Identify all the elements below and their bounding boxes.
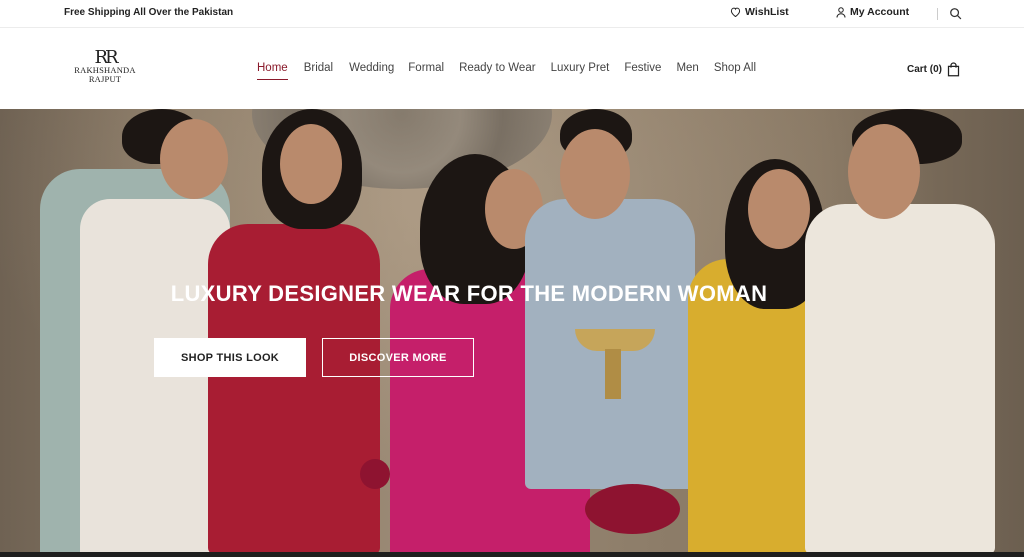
hero-banner: LUXURY DESIGNER WEAR FOR THE MODERN WOMA… xyxy=(0,109,1024,552)
hero-headline: LUXURY DESIGNER WEAR FOR THE MODERN WOMA… xyxy=(170,281,768,306)
nav-item-bridal[interactable]: Bridal xyxy=(304,62,333,80)
heart-icon xyxy=(730,7,741,17)
bottom-dark-strip xyxy=(0,552,1024,557)
nav-item-men[interactable]: Men xyxy=(676,62,698,80)
brand-monogram: RR xyxy=(94,47,118,68)
wishlist-link[interactable]: WishList xyxy=(730,6,789,18)
nav-item-wedding[interactable]: Wedding xyxy=(349,62,394,80)
nav-item-festive[interactable]: Festive xyxy=(624,62,661,80)
shipping-notice: Free Shipping All Over the Pakistan xyxy=(64,7,234,18)
shop-this-look-button[interactable]: SHOP THIS LOOK xyxy=(154,338,306,377)
nav-item-ready-to-wear[interactable]: Ready to Wear xyxy=(459,62,536,80)
topbar-divider xyxy=(937,8,938,20)
user-icon xyxy=(836,6,846,18)
site-header: RR RAKHSHANDA RAJPUT Home Bridal Wedding… xyxy=(0,28,1024,109)
brand-logo[interactable]: RR RAKHSHANDA RAJPUT xyxy=(70,47,140,84)
my-account-link[interactable]: My Account xyxy=(836,6,909,18)
announcement-bar: Free Shipping All Over the Pakistan Wish… xyxy=(0,0,1024,28)
nav-item-formal[interactable]: Formal xyxy=(408,62,444,80)
nav-item-luxury-pret[interactable]: Luxury Pret xyxy=(551,62,610,80)
nav-item-shop-all[interactable]: Shop All xyxy=(714,62,756,80)
cart-link[interactable]: Cart (0) xyxy=(907,62,960,77)
search-icon[interactable] xyxy=(949,7,963,21)
wishlist-label: WishList xyxy=(745,6,789,18)
brand-name-line2: RAJPUT xyxy=(88,74,122,84)
main-navigation: Home Bridal Wedding Formal Ready to Wear… xyxy=(257,62,756,80)
nav-item-home[interactable]: Home xyxy=(257,62,288,80)
discover-more-button[interactable]: DISCOVER MORE xyxy=(322,338,474,377)
account-label: My Account xyxy=(850,6,910,18)
shopping-bag-icon xyxy=(947,62,960,77)
cart-label: Cart (0) xyxy=(907,64,943,75)
